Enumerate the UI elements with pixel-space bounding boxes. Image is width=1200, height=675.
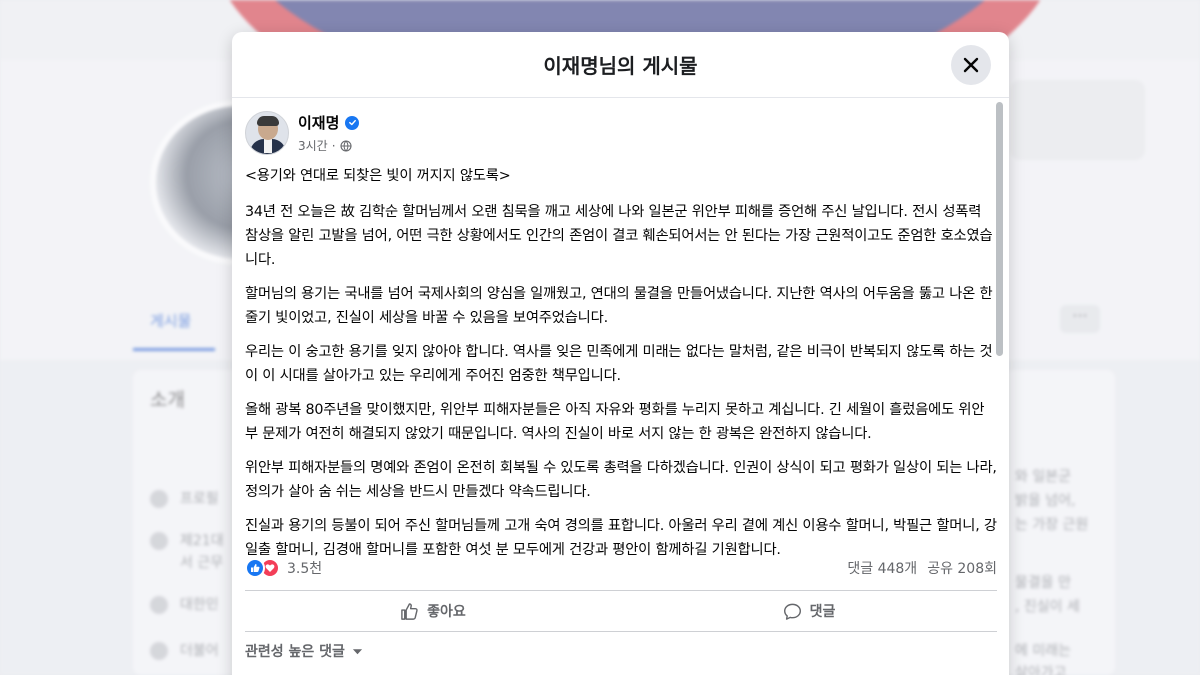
post-paragraph: 우리는 이 숭고한 용기를 잊지 않아야 합니다. 역사를 잊은 민족에게 미래… xyxy=(245,344,993,384)
avatar-hair xyxy=(257,116,279,126)
verified-badge-icon xyxy=(345,115,360,130)
engagement-counts: 댓글 448개 공유 208회 xyxy=(847,558,997,578)
like-button[interactable]: 좋아요 xyxy=(245,591,621,631)
close-button[interactable] xyxy=(951,45,991,85)
post-timestamp[interactable]: 3시간 xyxy=(298,137,328,154)
reactions-summary[interactable]: 3.5천 xyxy=(245,558,322,578)
checkmark-icon xyxy=(348,119,356,126)
comment-button[interactable]: 댓글 xyxy=(621,591,997,631)
dialog-header: 이재명님의 게시물 xyxy=(232,32,1009,98)
like-label: 좋아요 xyxy=(427,604,466,620)
comment-label: 댓글 xyxy=(809,604,836,620)
author-name[interactable]: 이재명 xyxy=(298,112,339,133)
comment-icon xyxy=(783,603,801,620)
close-icon xyxy=(963,57,979,73)
comment-count[interactable]: 댓글 448개 xyxy=(847,558,917,578)
post-header: 이재명 3시간 · xyxy=(245,111,360,155)
globe-icon[interactable] xyxy=(339,139,352,152)
dialog-body: 이재명 3시간 · <용기와 연대로 되찾은 빛이 꺼지지 않도록> 34년 전… xyxy=(232,98,1009,675)
caret-down-icon xyxy=(352,648,363,654)
post-dialog: 이재명님의 게시물 이재명 3시간 · <용기와 연대로 되찾은 빛이 꺼지지 … xyxy=(232,32,1009,675)
comment-sort-label: 관련성 높은 댓글 xyxy=(245,644,345,660)
avatar-shirt xyxy=(264,139,272,153)
comment-sort-dropdown[interactable]: 관련성 높은 댓글 xyxy=(245,641,363,661)
author-avatar[interactable] xyxy=(245,111,289,155)
post-paragraph: 위안부 피해자분들의 명예와 존엄이 온전히 회복될 수 있도록 총력을 다하겠… xyxy=(245,460,997,500)
author-line: 이재명 xyxy=(298,112,360,133)
reaction-count: 3.5천 xyxy=(287,561,323,577)
post-content: <용기와 연대로 되찾은 빛이 꺼지지 않도록> 34년 전 오늘은 故 김학순… xyxy=(245,164,997,572)
post-paragraph: 진실과 용기의 등불이 되어 주신 할머님들께 고개 숙여 경의를 표합니다. … xyxy=(245,518,997,558)
dialog-title: 이재명님의 게시물 xyxy=(543,54,698,78)
post-meta: 3시간 · xyxy=(298,137,359,154)
post-stats: 3.5천 댓글 448개 공유 208회 xyxy=(245,556,997,580)
author-info: 이재명 3시간 · xyxy=(298,112,360,154)
thumbs-up-icon xyxy=(401,602,418,620)
post-paragraph: 할머님의 용기는 국내를 넘어 국제사회의 양심을 일깨웠고, 연대의 물결을 … xyxy=(245,286,993,326)
share-count[interactable]: 공유 208회 xyxy=(927,558,997,578)
scrollbar[interactable] xyxy=(996,102,1003,356)
like-reaction-icon xyxy=(245,558,265,578)
post-paragraph: 올해 광복 80주년을 맞이했지만, 위안부 피해자분들은 아직 자유와 평화를… xyxy=(245,402,985,442)
post-headline: <용기와 연대로 되찾은 빛이 꺼지지 않도록> xyxy=(245,168,511,184)
post-paragraph: 34년 전 오늘은 故 김학순 할머님께서 오랜 침묵을 깨고 세상에 나와 일… xyxy=(245,204,993,268)
post-actions: 좋아요 댓글 xyxy=(245,590,997,632)
meta-separator: · xyxy=(331,138,336,153)
